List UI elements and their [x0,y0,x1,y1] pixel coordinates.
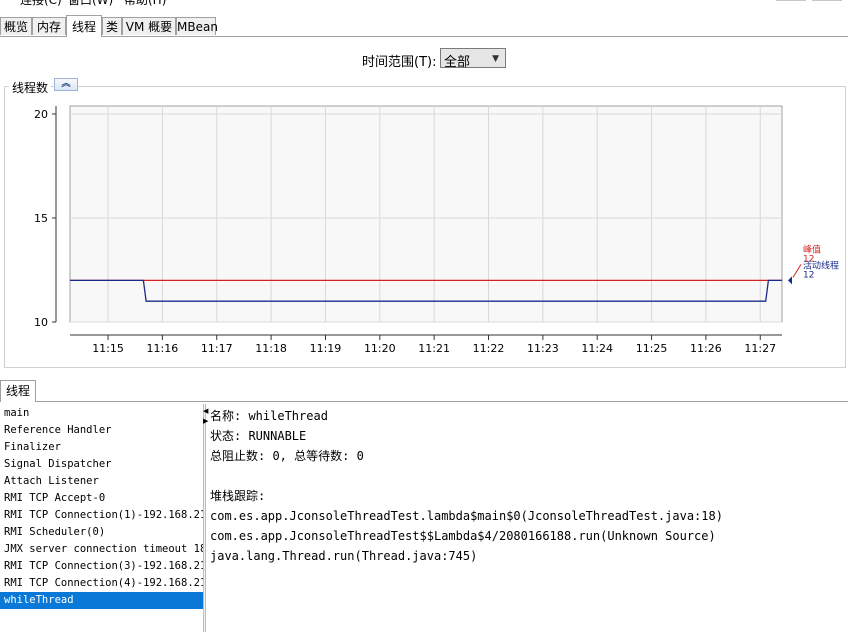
live-marker-icon [788,276,792,285]
thread-list-item[interactable]: Finalizer [0,439,203,456]
thread-list-item[interactable]: JMX server connection timeout 18 [0,541,203,558]
thread-details: 名称: whileThread 状态: RUNNABLE 总阻止数: 0, 总等… [210,406,723,566]
x-tick-label: 11:19 [310,342,342,355]
thread-list-item[interactable]: RMI TCP Connection(3)-192.168.217 [0,558,203,575]
tab-divider [36,401,848,402]
split-right-arrow-icon[interactable]: ▶ [203,418,209,425]
x-tick-label: 11:22 [473,342,505,355]
thread-count-chart: 11:15 11:16 11:17 11:18 11:19 11:20 11:21 11:22… [34,105,839,355]
thread-list-item[interactable]: main [0,405,203,422]
stack-frame: java.lang.Thread.run(Thread.java:745) [210,549,478,563]
legend-live-value: 12 [803,270,814,280]
x-tick-label: 11:18 [255,342,287,355]
x-tick-label: 11:20 [364,342,396,355]
thread-list-item[interactable]: whileThread [0,592,203,609]
x-tick-label: 11:24 [581,342,613,355]
split-pane-divider[interactable] [203,404,206,632]
stack-frame: com.es.app.JconsoleThreadTest.lambda$mai… [210,509,723,523]
thread-state: 状态: RUNNABLE [210,429,307,443]
y-tick-label: 15 [34,212,48,225]
x-tick-label: 11:21 [418,342,450,355]
thread-list-item[interactable]: Reference Handler [0,422,203,439]
x-tick-label: 11:15 [92,342,124,355]
thread-list-item[interactable]: RMI TCP Connection(4)-192.168.217 [0,575,203,592]
stack-trace-header: 堆栈跟踪: [210,489,266,503]
thread-list-item[interactable]: RMI Scheduler(0) [0,524,203,541]
thread-counts: 总阻止数: 0, 总等待数: 0 [210,449,364,463]
legend-pointer [792,264,802,278]
y-tick-label: 10 [34,316,48,329]
tab-thread-list[interactable]: 线程 [0,380,36,402]
x-tick-label: 11:23 [527,342,559,355]
x-tick-label: 11:27 [744,342,776,355]
thread-list-item[interactable]: Attach Listener [0,473,203,490]
plot-area [69,105,783,323]
thread-list-item[interactable]: RMI TCP Connection(1)-192.168.217 [0,507,203,524]
x-tick-label: 11:25 [636,342,668,355]
thread-list[interactable]: main Reference Handler Finalizer Signal Dis… [0,405,203,632]
x-tick-label: 11:17 [201,342,233,355]
thread-list-item[interactable]: Signal Dispatcher [0,456,203,473]
stack-frame: com.es.app.JconsoleThreadTest$$Lambda$4/… [210,529,716,543]
x-tick-label: 11:26 [690,342,722,355]
thread-list-item[interactable]: RMI TCP Accept-0 [0,490,203,507]
x-tick-label: 11:16 [147,342,179,355]
split-left-arrow-icon[interactable]: ◀ [203,408,209,415]
y-tick-label: 20 [34,108,48,121]
thread-name: 名称: whileThread [210,409,328,423]
